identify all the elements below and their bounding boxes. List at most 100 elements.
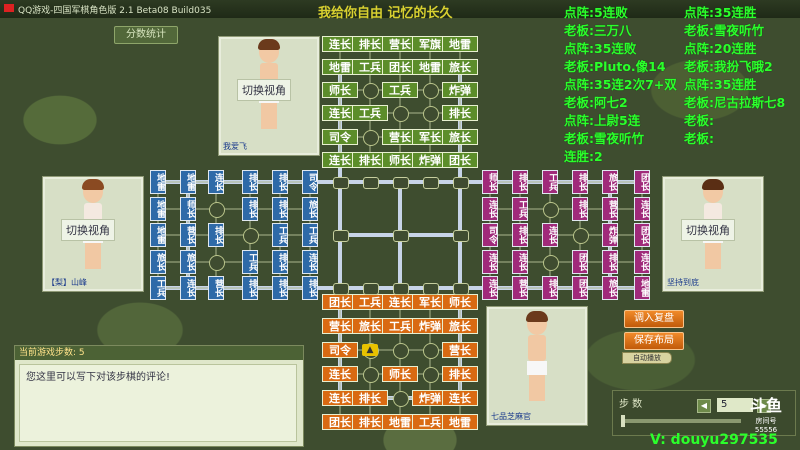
chess-piece[interactable]: 师长 [382,366,418,382]
chess-piece[interactable]: 营长 [442,342,478,358]
board-junction[interactable] [423,177,439,189]
chess-piece[interactable]: 连长 [634,197,650,221]
board-junction[interactable] [453,230,469,242]
chess-piece[interactable]: 排长 [272,276,288,300]
chess-piece[interactable]: 连长 [482,250,498,274]
chess-piece[interactable]: 连长 [542,223,558,247]
board-junction[interactable] [333,230,349,242]
chess-piece[interactable]: 连长 [512,250,528,274]
chess-piece[interactable]: 营长 [208,276,224,300]
board-camp-node[interactable] [209,202,225,218]
chess-piece[interactable]: 连长 [302,250,318,274]
chess-piece[interactable]: 排长 [512,170,528,194]
board-junction[interactable] [393,283,409,295]
board-junction[interactable] [363,283,379,295]
chess-piece[interactable]: 司令 [322,129,358,145]
board-junction[interactable] [453,177,469,189]
chess-piece[interactable]: 团长 [572,250,588,274]
chess-piece[interactable]: 旅长 [442,59,478,75]
chess-piece[interactable]: 排长 [302,276,318,300]
comment-input[interactable]: 您这里可以写下对该步棋的评论! [19,364,297,442]
chess-piece[interactable]: 工兵 [242,250,258,274]
chess-piece[interactable]: 师长 [482,170,498,194]
chess-piece[interactable]: 排长 [242,197,258,221]
load-replay-button[interactable]: 调入复盘 [624,310,684,328]
chess-piece[interactable]: 排长 [572,197,588,221]
board-camp-node[interactable] [423,367,439,383]
board-camp-node[interactable] [423,83,439,99]
chess-piece[interactable]: 团长 [634,223,650,247]
step-slider[interactable] [621,419,741,423]
chess-piece[interactable]: 排长 [272,250,288,274]
board-camp-node[interactable] [363,83,379,99]
chess-piece[interactable]: 排长 [442,105,478,121]
chess-piece[interactable]: 工兵 [512,197,528,221]
save-layout-button[interactable]: 保存布局 [624,332,684,350]
board-junction[interactable] [423,283,439,295]
chess-piece[interactable]: 工兵 [272,223,288,247]
chess-piece[interactable]: 师长 [322,82,358,98]
chess-piece[interactable]: 营长 [180,223,196,247]
chess-piece[interactable]: 炸弹 [442,82,478,98]
chess-piece[interactable]: 旅长 [180,250,196,274]
chess-piece[interactable]: 工兵 [150,276,166,300]
chess-piece[interactable]: 团长 [442,152,478,168]
chess-piece[interactable]: 工兵 [302,223,318,247]
chess-piece[interactable]: 排长 [272,170,288,194]
chess-piece[interactable]: 旅长 [442,129,478,145]
chess-piece[interactable]: 团长 [572,276,588,300]
chess-piece[interactable]: 旅长 [302,197,318,221]
chess-piece[interactable]: 团长 [634,170,650,194]
chess-piece[interactable]: 师长 [442,294,478,310]
step-back-button[interactable]: ◀ [697,399,711,413]
chess-piece[interactable]: 连长 [180,276,196,300]
chess-piece[interactable]: 工兵 [382,82,418,98]
chess-piece[interactable]: 工兵 [542,170,558,194]
chess-piece[interactable]: 连长 [482,197,498,221]
board-junction[interactable] [333,283,349,295]
board-camp-node[interactable] [423,106,439,122]
chess-piece[interactable]: 旅长 [602,170,618,194]
chess-piece[interactable]: 排长 [572,170,588,194]
chess-piece[interactable]: 排长 [242,170,258,194]
chess-piece[interactable]: 地雷 [180,170,196,194]
chess-piece[interactable]: 连长 [442,390,478,406]
chess-piece[interactable]: 排长 [352,390,388,406]
chess-piece[interactable]: 地雷 [442,414,478,430]
chess-piece[interactable]: 营长 [512,276,528,300]
board-junction[interactable] [333,177,349,189]
board-camp-node[interactable] [543,255,559,271]
board-junction[interactable] [363,177,379,189]
chess-piece[interactable]: 地雷 [150,197,166,221]
board-camp-node[interactable] [543,202,559,218]
chess-piece[interactable]: 师长 [180,197,196,221]
chess-piece[interactable]: 营长 [602,197,618,221]
chess-piece[interactable]: 连长 [482,276,498,300]
chess-piece[interactable]: 排长 [272,197,288,221]
chess-piece[interactable]: 司令 [482,223,498,247]
chess-piece[interactable]: 旅长 [150,250,166,274]
board-camp-node[interactable] [363,130,379,146]
board-junction[interactable] [393,230,409,242]
board-camp-node[interactable] [393,391,409,407]
chess-piece[interactable]: 连长 [322,366,358,382]
chess-piece[interactable]: 地雷 [442,36,478,52]
board-camp-node[interactable] [393,106,409,122]
chess-piece[interactable]: 排长 [242,276,258,300]
chess-piece[interactable]: 旅长 [442,318,478,334]
board-junction[interactable] [393,177,409,189]
chess-piece[interactable]: 地雷 [150,223,166,247]
chess-piece[interactable]: 司令 [322,342,358,358]
chess-piece[interactable]: 旅长 [602,276,618,300]
chess-piece[interactable]: 地雷 [150,170,166,194]
auto-play-button[interactable]: 自动播放 [622,352,672,364]
chess-piece[interactable]: 排长 [442,366,478,382]
board-camp-node[interactable] [573,228,589,244]
board-camp-node[interactable] [363,367,379,383]
chess-piece[interactable]: 连长 [634,250,650,274]
chess-piece[interactable]: 排长 [602,250,618,274]
switch-view-button-right[interactable]: 切换视角 [681,219,735,241]
chess-piece[interactable]: 司令 [302,170,318,194]
step-slider-handle[interactable] [621,415,625,427]
chess-piece[interactable]: 工兵 [352,105,388,121]
